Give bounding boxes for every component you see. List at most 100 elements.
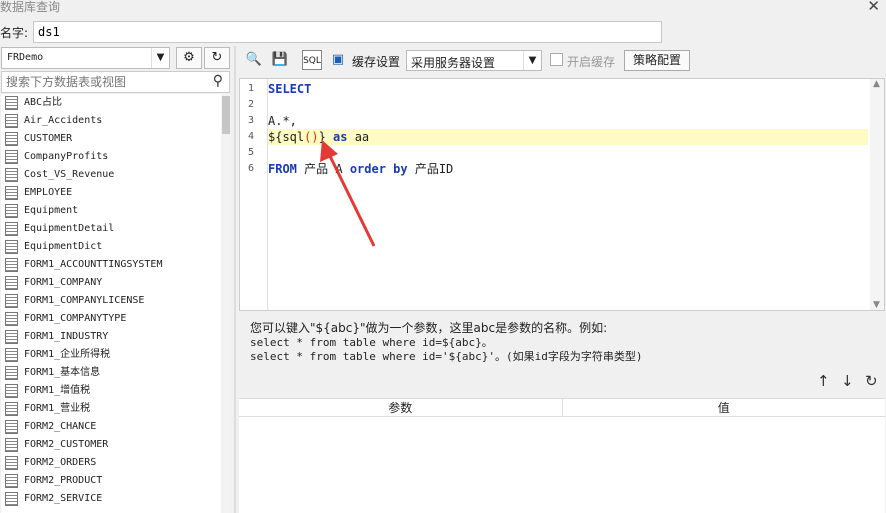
table-icon [5, 294, 18, 308]
table-icon [5, 222, 18, 236]
column-value[interactable]: 值 [563, 399, 886, 416]
table-icon [5, 276, 18, 290]
close-icon[interactable]: ✕ [867, 0, 880, 15]
edit-datasource-icon[interactable]: ⚙ [176, 47, 202, 69]
preview-icon[interactable]: 🔍 [244, 50, 264, 70]
refresh-parameters-icon[interactable]: ↻ [865, 372, 878, 390]
table-list-item[interactable]: EquipmentDict [1, 238, 221, 256]
table-list-item[interactable]: FORM1_COMPANYLICENSE [1, 292, 221, 310]
table-list-item[interactable]: FORM1_基本信息 [1, 364, 221, 382]
table-icon [5, 330, 18, 344]
line-number: 3 [247, 115, 254, 126]
table-name: FORM2_SERVICE [24, 493, 103, 504]
table-list-item[interactable]: FORM2_SERVICE [1, 490, 221, 508]
table-icon [5, 114, 18, 128]
name-row: 名字: [0, 20, 886, 44]
help-text-1: 您可以键入"${abc}"做为一个参数，这里abc是参数的名称。例如: [250, 321, 608, 335]
table-icon [5, 492, 18, 506]
table-list: ABC占比 Air_Accidents CUSTOMER CompanyProfits… [1, 94, 221, 513]
table-name: EquipmentDict [24, 241, 103, 252]
table-icon [5, 474, 18, 488]
table-name: EquipmentDetail [24, 223, 115, 234]
table-list-item[interactable]: EquipmentDetail [1, 220, 221, 238]
chevron-down-icon: ▼ [523, 51, 541, 70]
table-name: FORM2_PRODUCT [24, 475, 103, 486]
table-list-item[interactable]: FORM1_ACCOUNTTINGSYSTEM [1, 256, 221, 274]
table-list-item[interactable]: FORM1_增值税 [1, 382, 221, 400]
table-name: Equipment [24, 205, 79, 216]
table-list-item[interactable]: FORM1_营业税 [1, 400, 221, 418]
table-name: FORM1_COMPANYTYPE [24, 313, 127, 324]
table-icon [5, 420, 18, 434]
annotation-arrow [320, 140, 376, 247]
table-list-item[interactable]: FORM2_ORDERS [1, 454, 221, 472]
table-name: ABC占比 [24, 97, 63, 108]
table-list-item[interactable]: Cost_VS_Revenue [1, 166, 221, 184]
table-name: Cost_VS_Revenue [24, 169, 115, 180]
table-list-item[interactable]: FORM1_COMPANYTYPE [1, 310, 221, 328]
table-search[interactable]: ⚲ [1, 71, 230, 93]
table-list-item[interactable]: FORM1_INDUSTRY [1, 328, 221, 346]
name-input[interactable] [33, 21, 662, 43]
strategy-config-button[interactable]: 策略配置 [624, 50, 690, 71]
help-text-3: select * from table where id='${abc}'。(如… [250, 350, 643, 363]
scroll-up-icon[interactable]: ▲ [873, 79, 880, 89]
table-name: FORM1_营业税 [24, 403, 91, 414]
table-search-input[interactable] [2, 72, 202, 92]
parameter-tools: ↑ ↓ ↻ [813, 372, 883, 394]
save-icon[interactable]: 💾 [270, 50, 290, 70]
column-parameter[interactable]: 参数 [239, 399, 563, 416]
window-titlebar: 数据库查询 ✕ [0, 0, 886, 16]
datasource-select[interactable]: FRDemo ▼ [1, 47, 170, 69]
table-icon [5, 132, 18, 146]
table-icon [5, 366, 18, 380]
table-name: EMPLOYEE [24, 187, 73, 198]
table-icon [5, 438, 18, 452]
table-name: FORM1_COMPANYLICENSE [24, 295, 145, 306]
table-name: FORM2_ORDERS [24, 457, 97, 468]
cache-select[interactable]: 采用服务器设置 ▼ [406, 50, 542, 71]
line-number: 4 [247, 131, 254, 142]
datasource-value: FRDemo [7, 52, 44, 63]
table-list-item[interactable]: FORM1_COMPANY [1, 274, 221, 292]
table-name: Air_Accidents [24, 115, 103, 126]
table-list-item[interactable]: CUSTOMER [1, 130, 221, 148]
table-list-item[interactable]: Equipment [1, 202, 221, 220]
table-list-item[interactable]: FORM2_CHANCE [1, 418, 221, 436]
table-name: FORM2_CUSTOMER [24, 439, 109, 450]
scrollbar-thumb[interactable] [222, 96, 230, 134]
panel-splitter[interactable] [234, 46, 236, 513]
table-icon [5, 96, 18, 110]
chevron-down-icon: ▼ [151, 48, 169, 68]
move-up-icon[interactable]: ↑ [817, 372, 830, 390]
enable-cache-checkbox[interactable] [550, 53, 563, 66]
scroll-down-icon[interactable]: ▼ [873, 300, 880, 310]
table-name: FORM1_基本信息 [24, 367, 101, 378]
sql-icon[interactable]: SQL [302, 50, 322, 70]
table-list-item[interactable]: Air_Accidents [1, 112, 221, 130]
parameter-table-header: 参数 值 [239, 399, 885, 417]
table-icon [5, 204, 18, 218]
parameter-table: 参数 值 [239, 398, 885, 513]
editor-scrollbar[interactable]: ▲ ▼ [870, 79, 884, 310]
table-list-item[interactable]: ABC占比 [1, 94, 221, 112]
table-name: FORM1_企业所得税 [24, 349, 111, 360]
format-icon[interactable]: ▣ [328, 50, 348, 70]
code-line: A.*, [268, 114, 297, 128]
search-icon[interactable]: ⚲ [213, 73, 223, 89]
table-list-item[interactable]: FORM1_企业所得税 [1, 346, 221, 364]
refresh-icon[interactable]: ↻ [204, 47, 230, 69]
table-name: FORM1_COMPANY [24, 277, 103, 288]
table-list-item[interactable]: FORM2_CUSTOMER [1, 436, 221, 454]
table-icon [5, 150, 18, 164]
left-panel: FRDemo ▼ ⚙ ↻ ⚲ ABC占比 Air_Accidents CUSTOME… [0, 46, 233, 513]
table-list-item[interactable]: EMPLOYEE [1, 184, 221, 202]
move-down-icon[interactable]: ↓ [841, 372, 854, 390]
code-line: SELECT [268, 82, 312, 96]
table-icon [5, 168, 18, 182]
table-icon [5, 186, 18, 200]
table-list-item[interactable]: CompanyProfits [1, 148, 221, 166]
cache-settings-label: 缓存设置 [352, 55, 401, 69]
table-list-item[interactable]: FORM2_PRODUCT [1, 472, 221, 490]
table-list-scrollbar[interactable] [221, 94, 231, 513]
